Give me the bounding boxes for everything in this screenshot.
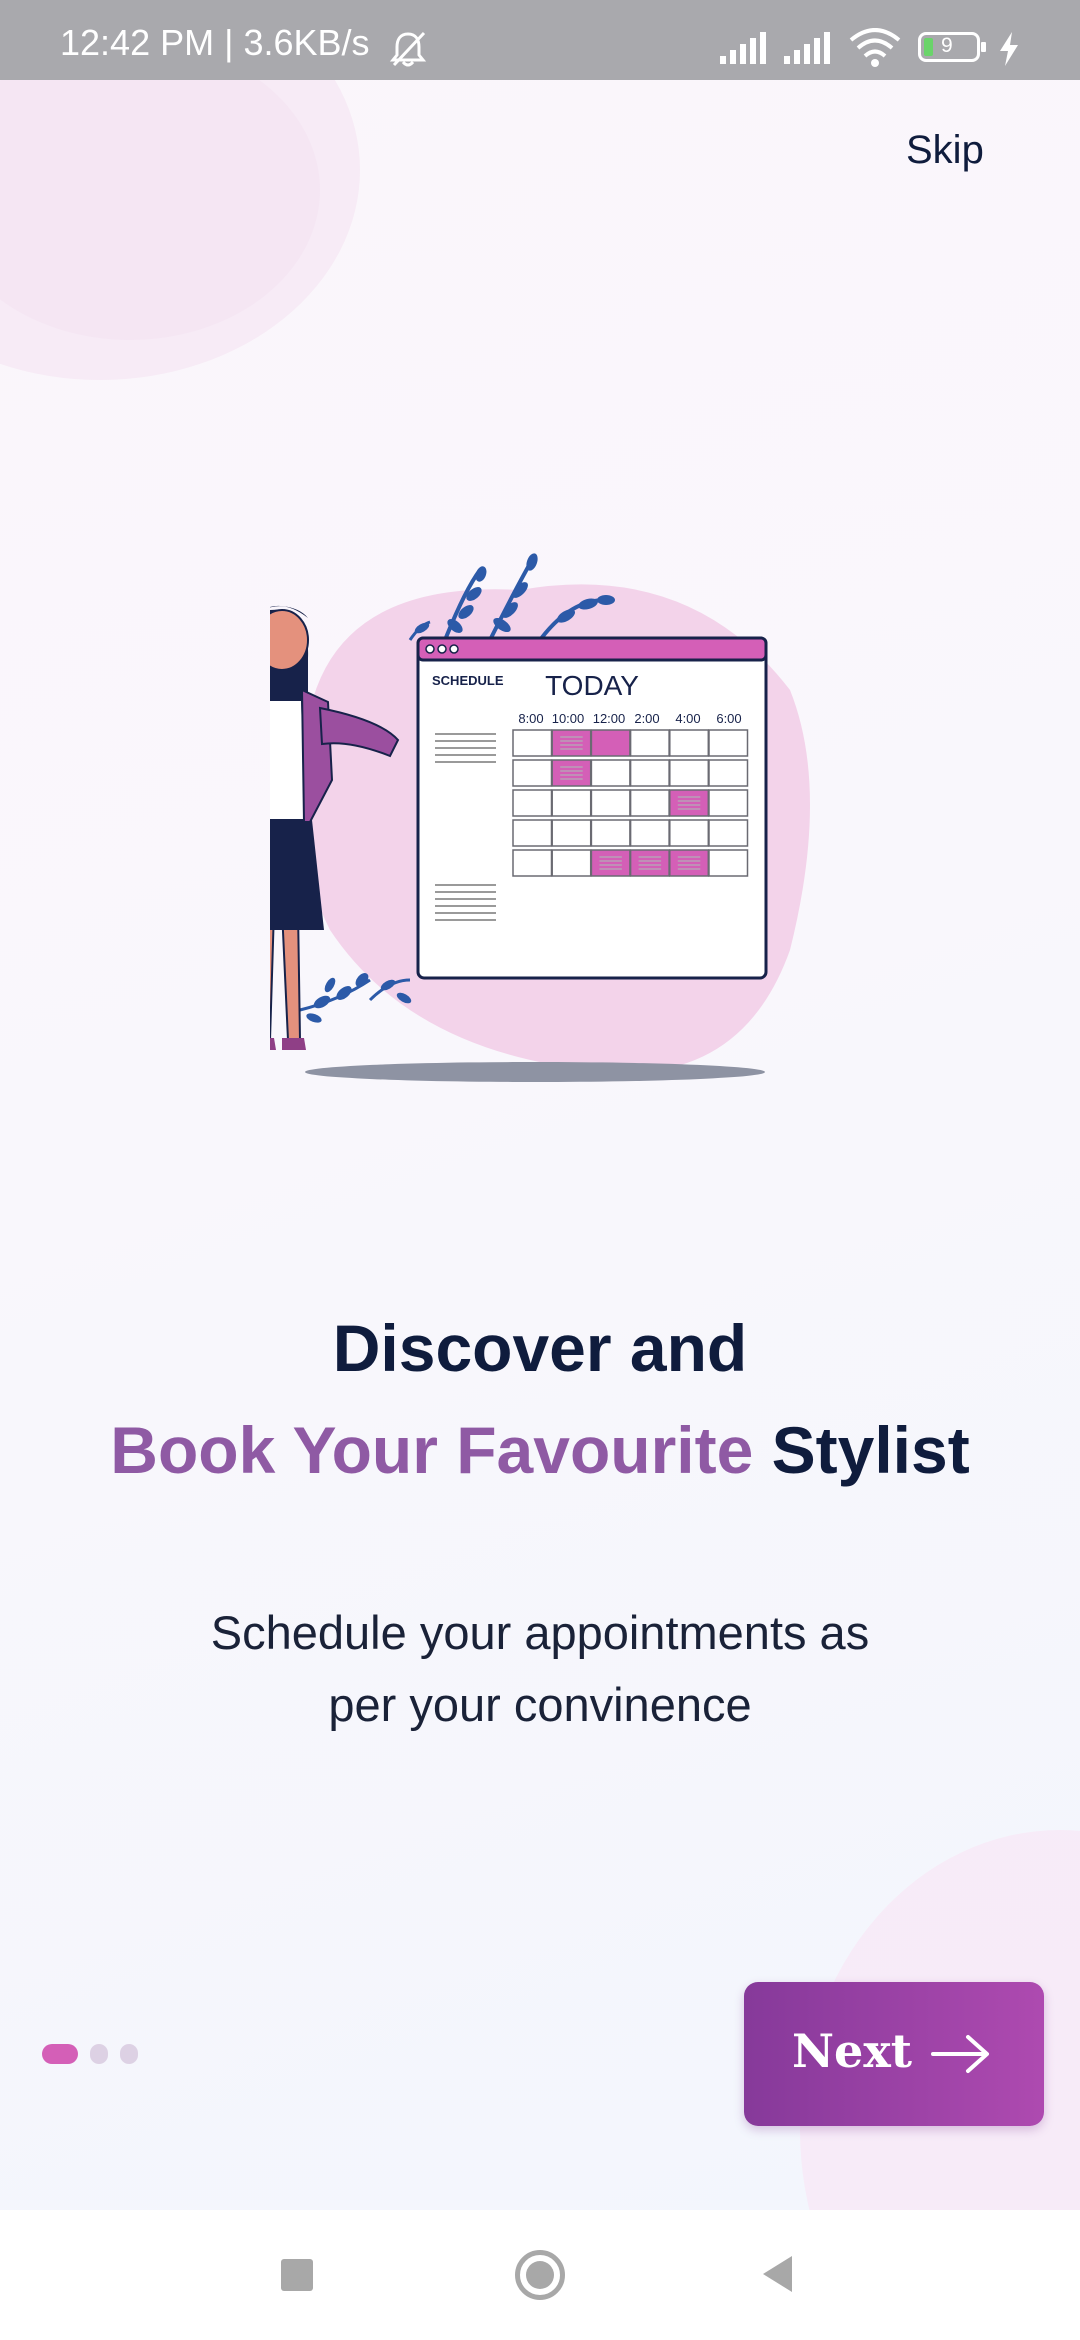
page-dot[interactable] [120, 2044, 138, 2064]
battery-level: 9 [941, 34, 953, 57]
schedule-cell [669, 789, 710, 817]
schedule-cell [629, 729, 670, 757]
schedule-cell [708, 729, 749, 757]
subtitle-line-1: Schedule your appointments as [210, 1606, 870, 1659]
schedule-cell [669, 819, 710, 847]
time-label: 12:00 [593, 711, 626, 726]
schedule-cell [708, 819, 749, 847]
schedule-cell [669, 759, 710, 787]
home-icon[interactable] [515, 2250, 565, 2300]
next-button[interactable]: Next [744, 1982, 1044, 2126]
subtitle-line-2: per your convinence [328, 1678, 752, 1731]
schedule-cell [708, 759, 749, 787]
battery-icon: 9 [918, 32, 986, 62]
status-bar: 12:42 PM | 3.6KB/s 9 [0, 0, 1080, 80]
page-dot[interactable] [90, 2044, 108, 2064]
back-icon[interactable] [760, 2254, 796, 2294]
next-label: Next [792, 2024, 912, 2078]
status-time-speed: 12:42 PM | 3.6KB/s [60, 22, 370, 63]
wifi-icon [849, 28, 901, 67]
time-label: 8:00 [518, 711, 543, 726]
schedule-cell [512, 849, 553, 877]
schedule-cell [590, 759, 631, 787]
schedule-cell [629, 849, 670, 877]
schedule-cell [590, 789, 631, 817]
schedule-title: TODAY [545, 670, 639, 701]
page-dot-active[interactable] [42, 2044, 78, 2064]
schedule-cell [708, 789, 749, 817]
schedule-cell [590, 819, 631, 847]
schedule-cell [669, 849, 710, 877]
schedule-cell [551, 819, 592, 847]
recents-icon[interactable] [281, 2259, 313, 2291]
schedule-cell [629, 759, 670, 787]
schedule-cell [551, 729, 592, 757]
schedule-cell [512, 729, 553, 757]
time-label: 4:00 [675, 711, 700, 726]
schedule-grid [512, 729, 749, 877]
schedule-illustration: SCHEDULE TODAY 8:00 10:00 12:00 2:00 4:0… [270, 553, 810, 1082]
skip-button[interactable]: Skip [906, 128, 984, 173]
schedule-cell [512, 819, 553, 847]
schedule-cell [590, 849, 631, 877]
charging-icon [1000, 32, 1018, 66]
schedule-cell [590, 729, 631, 757]
schedule-caption: SCHEDULE [432, 673, 504, 688]
headline-line-1: Discover and [332, 1311, 748, 1385]
bell-off-icon [389, 31, 427, 67]
signal-icon [784, 32, 830, 64]
schedule-cell [629, 819, 670, 847]
schedule-cell [629, 789, 670, 817]
battery-fill [924, 38, 933, 56]
schedule-cell [551, 759, 592, 787]
onboarding-screen: 12:42 PM | 3.6KB/s 9 Skip SCHEDULE TODAY… [0, 0, 1080, 2340]
headline-rest: Stylist [771, 1413, 970, 1487]
time-label: 2:00 [634, 711, 659, 726]
schedule-cell [551, 789, 592, 817]
schedule-cell [708, 849, 749, 877]
signal-icon [720, 32, 766, 64]
headline-accent: Book Your Favourite [110, 1413, 754, 1487]
schedule-cell [512, 759, 553, 787]
schedule-cell [669, 729, 710, 757]
schedule-cell [551, 849, 592, 877]
schedule-cell [512, 789, 553, 817]
time-label: 6:00 [716, 711, 741, 726]
headline-line-2: Book Your Favourite Stylist [0, 1412, 1080, 1488]
arrow-right-icon [931, 2035, 989, 2073]
time-label: 10:00 [552, 711, 585, 726]
